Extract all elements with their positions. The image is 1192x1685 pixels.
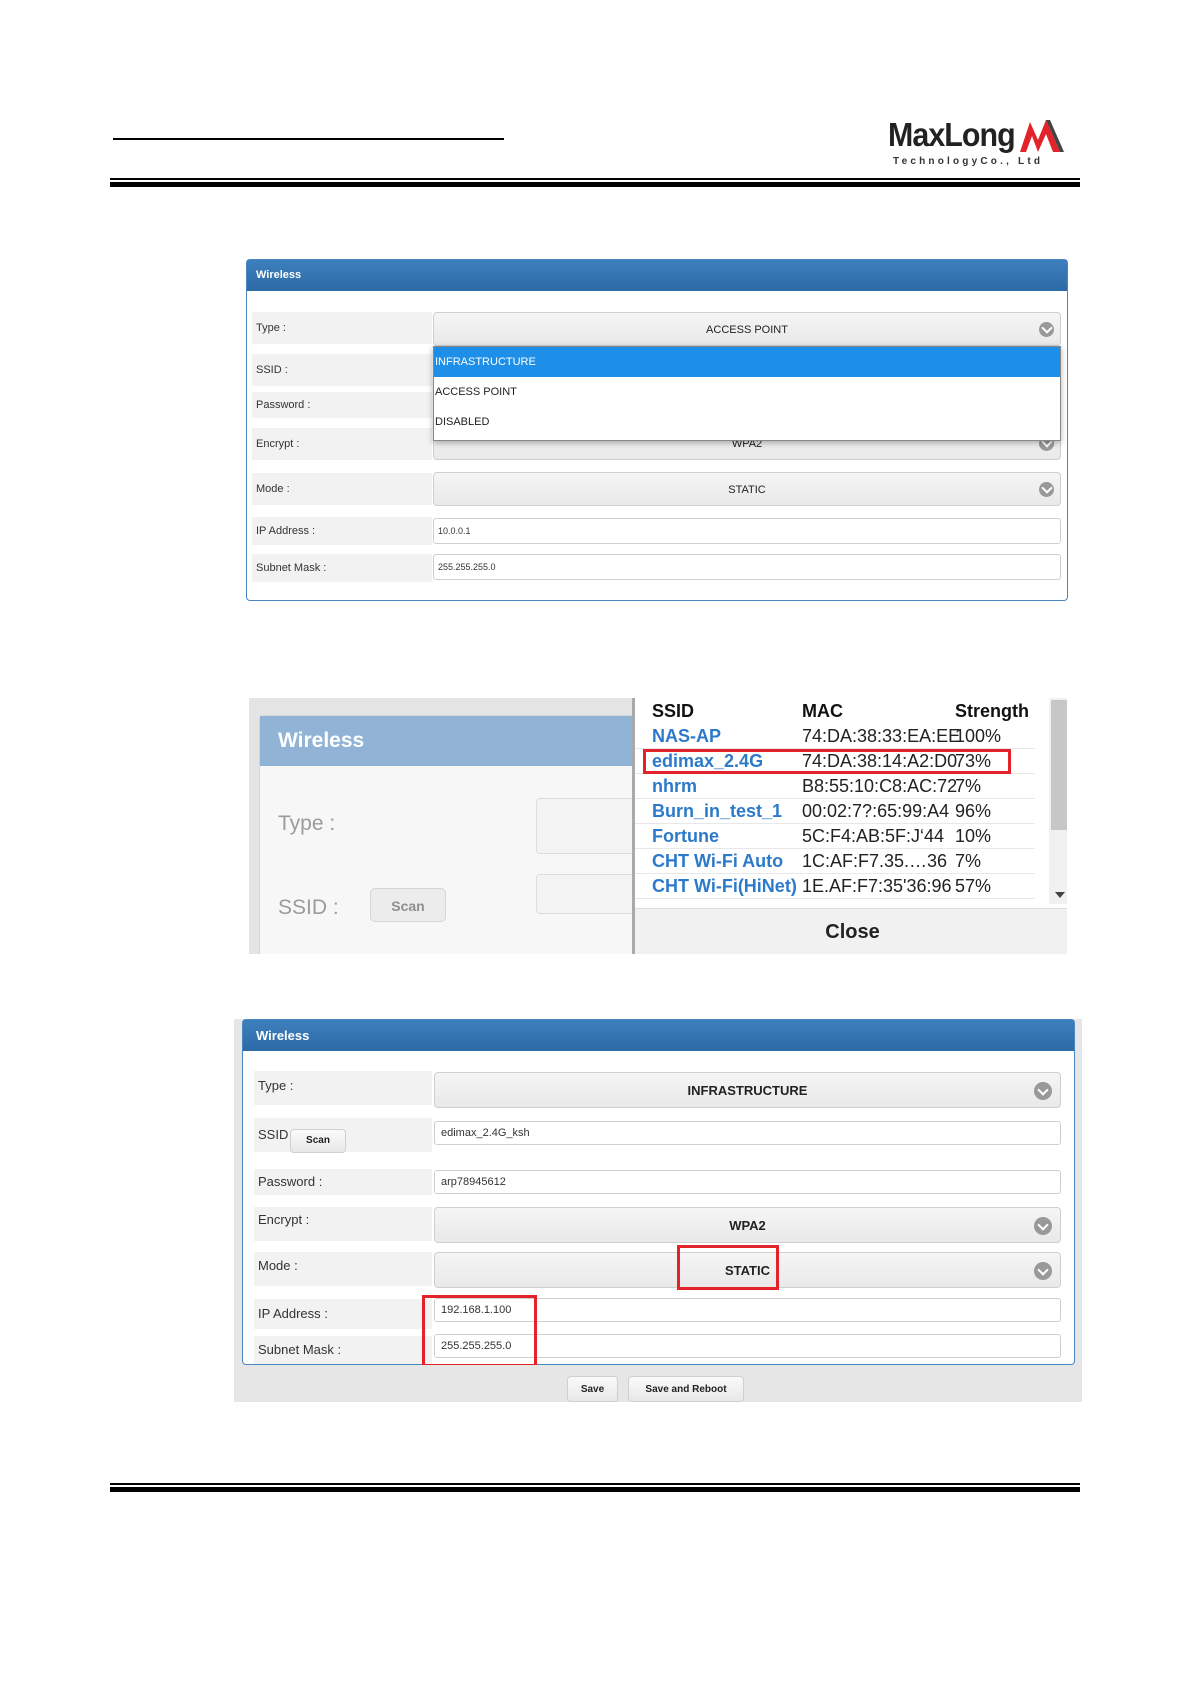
type-select[interactable]: ACCESS POINT — [433, 312, 1061, 346]
network-row[interactable]: nhrm B8:55:10:C8:AC:72 7% — [635, 774, 1035, 799]
network-strength: 7% — [955, 851, 982, 871]
dropdown-option-infrastructure[interactable]: INFRASTRUCTURE — [434, 347, 1060, 377]
network-ssid: nhrm — [652, 776, 697, 796]
column-header-ssid: SSID — [652, 701, 695, 721]
save-and-reboot-button[interactable]: Save and Reboot — [628, 1376, 744, 1402]
dropdown-option-access-point[interactable]: ACCESS POINT — [434, 377, 1060, 407]
ip-address-input[interactable]: 10.0.0.1 — [433, 518, 1061, 544]
network-strength: 100% — [955, 726, 1002, 746]
ssid-input[interactable]: edimax_2.4G_ksh — [434, 1121, 1061, 1145]
mode-label: Mode : — [254, 1252, 432, 1286]
network-strength: 7% — [955, 776, 982, 796]
type-select-value: ACCESS POINT — [706, 324, 788, 336]
subnet-mask-label: Subnet Mask : — [252, 554, 432, 582]
type-select[interactable]: INFRASTRUCTURE — [434, 1072, 1061, 1108]
type-dropdown-list: INFRASTRUCTURE ACCESS POINT DISABLED — [433, 346, 1061, 441]
network-ssid: CHT Wi-Fi(HiNet) — [652, 876, 797, 896]
chevron-down-icon — [1039, 482, 1054, 497]
network-strength: 57% — [955, 876, 992, 896]
type-select-value: INFRASTRUCTURE — [687, 1083, 808, 1098]
logo-text: MaxLong — [888, 116, 1016, 153]
panel-title: Wireless — [243, 1020, 1074, 1051]
highlight-box-edimax — [643, 749, 1011, 774]
chevron-down-icon — [1039, 322, 1054, 337]
scan-results-scrollbar[interactable] — [1049, 698, 1067, 904]
network-ssid: NAS-AP — [652, 726, 722, 746]
encrypt-select[interactable]: WPA2 — [434, 1207, 1061, 1243]
encrypt-label: Encrypt : — [254, 1207, 432, 1241]
network-mac: 74:DA:38:33:EA:EE — [802, 726, 961, 746]
dropdown-option-disabled[interactable]: DISABLED — [434, 407, 1060, 437]
close-button[interactable]: Close — [635, 908, 1067, 954]
header-rule-thin — [110, 178, 1080, 180]
encrypt-label: Encrypt : — [252, 428, 432, 460]
network-strength: 10% — [955, 826, 992, 846]
network-mac: 5C:F4:AB:5F:J‘44 — [802, 826, 945, 846]
network-mac: 1C:AF:F7.35.…36 — [802, 851, 948, 871]
ssid-label-text: SSID : — [278, 896, 339, 919]
scrollbar-thumb[interactable] — [1051, 700, 1067, 830]
chevron-down-icon — [1034, 1217, 1052, 1235]
header-underline — [113, 138, 504, 140]
network-mac: B8:55:10:C8:AC:72 — [802, 776, 958, 796]
chevron-down-icon — [1034, 1262, 1052, 1280]
network-ssid: Fortune — [652, 826, 719, 846]
save-button[interactable]: Save — [567, 1376, 618, 1402]
ssid-label: SSID : Scan — [278, 888, 446, 922]
network-ssid: CHT Wi-Fi Auto — [652, 851, 784, 871]
network-row[interactable]: Burn_in_test_1 00:02:7?:65:99:A4 96% — [635, 799, 1035, 824]
network-ssid: Burn_in_test_1 — [652, 801, 783, 821]
network-strength: 96% — [955, 801, 992, 821]
type-label: Type : — [278, 812, 336, 835]
scan-button[interactable]: Scan — [370, 888, 446, 922]
chevron-down-icon — [1034, 1082, 1052, 1100]
subnet-mask-input[interactable]: 255.255.255.0 — [433, 554, 1061, 580]
footer-rule-thin — [110, 1483, 1080, 1485]
footer-rule-thick — [110, 1487, 1080, 1492]
action-bar: Save Save and Reboot — [234, 1365, 1082, 1402]
highlight-box-ip-subnet — [422, 1295, 537, 1367]
network-row[interactable]: Fortune 5C:F4:AB:5F:J‘44 10% — [635, 824, 1035, 849]
scan-results-table: SSID MAC Strength NAS-AP 74:DA:38:33:EA:… — [635, 698, 1035, 904]
highlight-box-mode — [677, 1245, 779, 1290]
mode-select[interactable]: STATIC — [433, 472, 1061, 506]
encrypt-select-value: WPA2 — [729, 1218, 766, 1233]
wireless-panel-access-point: Wireless Type : ACCESS POINT SSID : Pass… — [246, 259, 1068, 601]
network-mac: 1E.AF:F7:35'36:96 — [802, 876, 952, 896]
scan-button[interactable]: Scan — [290, 1129, 346, 1153]
column-header-strength: Strength — [955, 701, 1029, 721]
logo-subtitle: TechnologyCo., Ltd — [893, 156, 1044, 167]
ip-address-label: IP Address : — [252, 517, 432, 545]
type-label: Type : — [252, 312, 432, 344]
wireless-infrastructure-screenshot: Wireless Type : INFRASTRUCTURE SSID : Sc… — [234, 1019, 1082, 1402]
network-row[interactable]: NAS-AP 74:DA:38:33:EA:EE 100% — [635, 724, 1035, 749]
wireless-scan-screenshot: Wireless Type : SSID : Scan SSID MAC Str… — [249, 698, 1067, 954]
column-header-mac: MAC — [802, 701, 843, 721]
password-label: Password : — [252, 392, 432, 418]
password-label: Password : — [254, 1169, 432, 1195]
ssid-label: SSID : — [252, 354, 432, 386]
header-rule-thick — [110, 182, 1080, 187]
maxlong-logo: MaxLong TechnologyCo., Ltd — [888, 116, 1068, 170]
logo-m-mark-icon — [1020, 120, 1064, 152]
type-label: Type : — [254, 1071, 432, 1105]
scroll-down-arrow-icon[interactable] — [1055, 892, 1065, 898]
panel-title: Wireless — [247, 260, 1067, 291]
mode-label: Mode : — [252, 473, 432, 505]
wireless-panel-infrastructure: Wireless Type : INFRASTRUCTURE SSID : Sc… — [242, 1019, 1075, 1367]
scan-results-popup: SSID MAC Strength NAS-AP 74:DA:38:33:EA:… — [632, 698, 1067, 954]
network-row[interactable]: CHT Wi-Fi Auto 1C:AF:F7.35.…36 7% — [635, 849, 1035, 874]
network-row[interactable]: CHT Wi-Fi(HiNet) 1E.AF:F7:35'36:96 57% — [635, 874, 1035, 899]
mode-select-value: STATIC — [728, 484, 766, 496]
ip-address-label: IP Address : — [254, 1299, 432, 1329]
network-mac: 00:02:7?:65:99:A4 — [802, 801, 950, 821]
subnet-mask-label: Subnet Mask : — [254, 1336, 432, 1364]
password-input[interactable]: arp78945612 — [434, 1170, 1061, 1194]
